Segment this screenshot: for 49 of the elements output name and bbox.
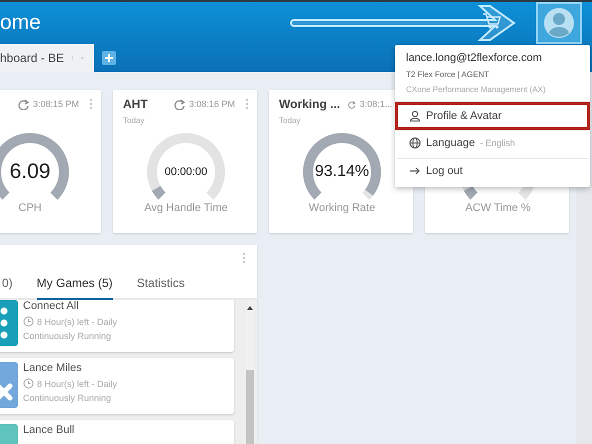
time-left: 8 Hour(s) left - Daily — [37, 378, 118, 388]
widget-title: Working ... — [279, 97, 340, 111]
timestamp: 3:08:1... — [360, 99, 392, 109]
game-title: Lance Miles — [23, 362, 83, 374]
kebab-icon[interactable] — [245, 98, 249, 110]
person-icon — [409, 110, 421, 122]
time-left: 8 Hour(s) left - Daily — [37, 316, 118, 326]
game-card[interactable]: Lance Miles 8 Hour(s) left - Daily Continuously Running — [0, 358, 234, 414]
add-tab-icon[interactable] — [102, 51, 116, 65]
kebab-icon[interactable] — [242, 252, 246, 264]
kebab-icon[interactable] — [89, 98, 93, 110]
game-title: Connect All — [23, 300, 80, 312]
globe-icon — [409, 137, 421, 149]
user-email: lance.long@t2flexforce.com — [405, 52, 543, 64]
widget-subtitle: Today — [123, 115, 146, 126]
scroll-thumb[interactable] — [246, 370, 254, 444]
menu-item[interactable]: Profile & Avatar — [395, 102, 590, 130]
scroll-up-icon[interactable] — [247, 306, 253, 310]
clock-icon — [23, 378, 34, 389]
game-title: Lance Bull — [23, 424, 74, 436]
menu-item[interactable]: Language - English — [395, 130, 590, 158]
timestamp: 3:08:16 PM — [188, 99, 235, 109]
game-status: Continuously Running — [23, 331, 112, 341]
avatar-icon — [544, 8, 574, 38]
refresh-icon[interactable] — [18, 98, 29, 110]
gauge-value: 00:00:00 — [164, 166, 208, 178]
gauge-label: Avg Handle Time — [143, 202, 229, 214]
game-card[interactable]: Lance Bull — [0, 420, 234, 444]
widget-subtitle: Today — [279, 115, 302, 126]
user-role: T2 Flex Force | AGENT — [405, 69, 490, 79]
arrow-right-icon — [409, 165, 421, 177]
avatar-button[interactable] — [536, 2, 582, 44]
refresh-icon[interactable] — [348, 98, 356, 110]
panel-tab[interactable]: Statistics — [136, 276, 185, 300]
widget-title: AHT — [123, 97, 148, 111]
gauge-label: ACW Time % — [464, 202, 532, 214]
gauge-label: Working Rate — [308, 202, 376, 214]
cart-icon[interactable] — [482, 12, 502, 30]
page-title: ome — [0, 11, 41, 35]
game-status: Continuously Running — [23, 393, 112, 403]
menu-item[interactable]: Log out — [395, 158, 590, 186]
gauge-value: 93.14% — [314, 163, 370, 181]
clock-icon — [23, 316, 34, 327]
dashboard-tab[interactable]: hboard - BE — [0, 44, 94, 72]
panel-tab[interactable]: 0) — [2, 276, 13, 300]
product-name: CXone Performance Management (AX) — [395, 79, 590, 102]
game-card[interactable]: Connect All 8 Hour(s) left - Daily Continuously Running — [0, 300, 234, 352]
refresh-icon[interactable] — [174, 98, 185, 110]
timestamp: 3:08:15 PM — [32, 99, 79, 109]
